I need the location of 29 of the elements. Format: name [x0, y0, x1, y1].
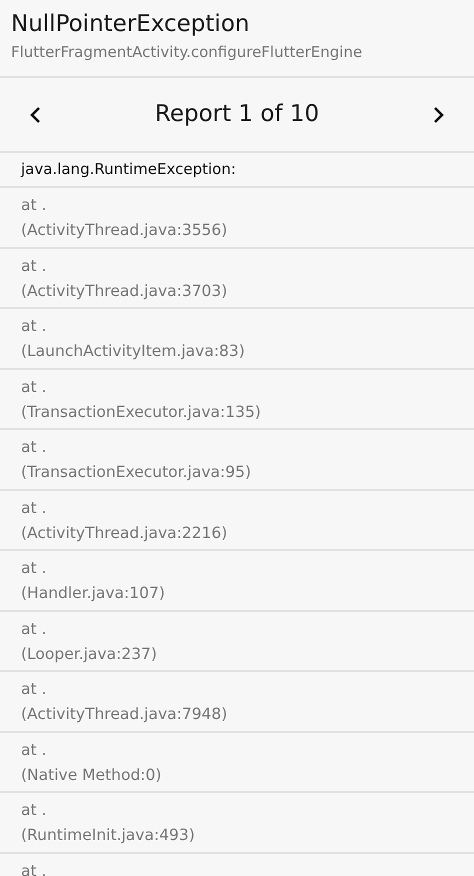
- stack-frame-location: (TransactionExecutor.java:135): [21, 402, 261, 422]
- stack-frame-prefix: at .: [21, 195, 46, 216]
- stack-frame-location: (ActivityThread.java:7948): [21, 704, 228, 725]
- stack-frame-prefix: at .: [21, 256, 46, 276]
- stack-frame-prefix: at .: [21, 740, 46, 760]
- stack-frame-prefix: at .: [21, 860, 46, 876]
- stack-frame-prefix: at .: [21, 498, 46, 518]
- stack-frame-prefix: at .: [21, 437, 46, 458]
- stack-frame-prefix: at .: [21, 800, 46, 821]
- stack-frame-location: (ActivityThread.java:3556): [21, 220, 228, 241]
- stack-frame-location: (Looper.java:237): [21, 644, 157, 664]
- stack-frame-prefix: at .: [21, 558, 46, 579]
- report-counter: Report 1 of 10: [154, 100, 320, 130]
- error-location: FlutterFragmentActivity.configureFlutterEngine: [11, 42, 364, 63]
- stack-frame-prefix: at .: [21, 316, 46, 337]
- chevron-left-icon: [29, 106, 43, 124]
- stack-frame-location: (TransactionExecutor.java:95): [21, 462, 251, 483]
- stack-frame-location: (RuntimeInit.java:493): [21, 825, 195, 846]
- stack-frame-location: (Handler.java:107): [21, 583, 165, 604]
- stack-frame-location: (LaunchActivityItem.java:83): [21, 341, 245, 362]
- stack-frame-prefix: at .: [21, 376, 46, 398]
- error-title: NullPointerException: [11, 10, 250, 39]
- stack-frame-prefix: at .: [21, 618, 46, 640]
- exception-type: java.lang.RuntimeException:: [21, 159, 236, 180]
- chevron-right-icon: [431, 106, 445, 124]
- stack-frame-location: (Native Method:0): [21, 764, 162, 786]
- stack-frame-location: (ActivityThread.java:3703): [21, 280, 228, 302]
- stack-frame-prefix: at .: [21, 679, 46, 700]
- stack-frame-location: (ActivityThread.java:2216): [21, 522, 228, 544]
